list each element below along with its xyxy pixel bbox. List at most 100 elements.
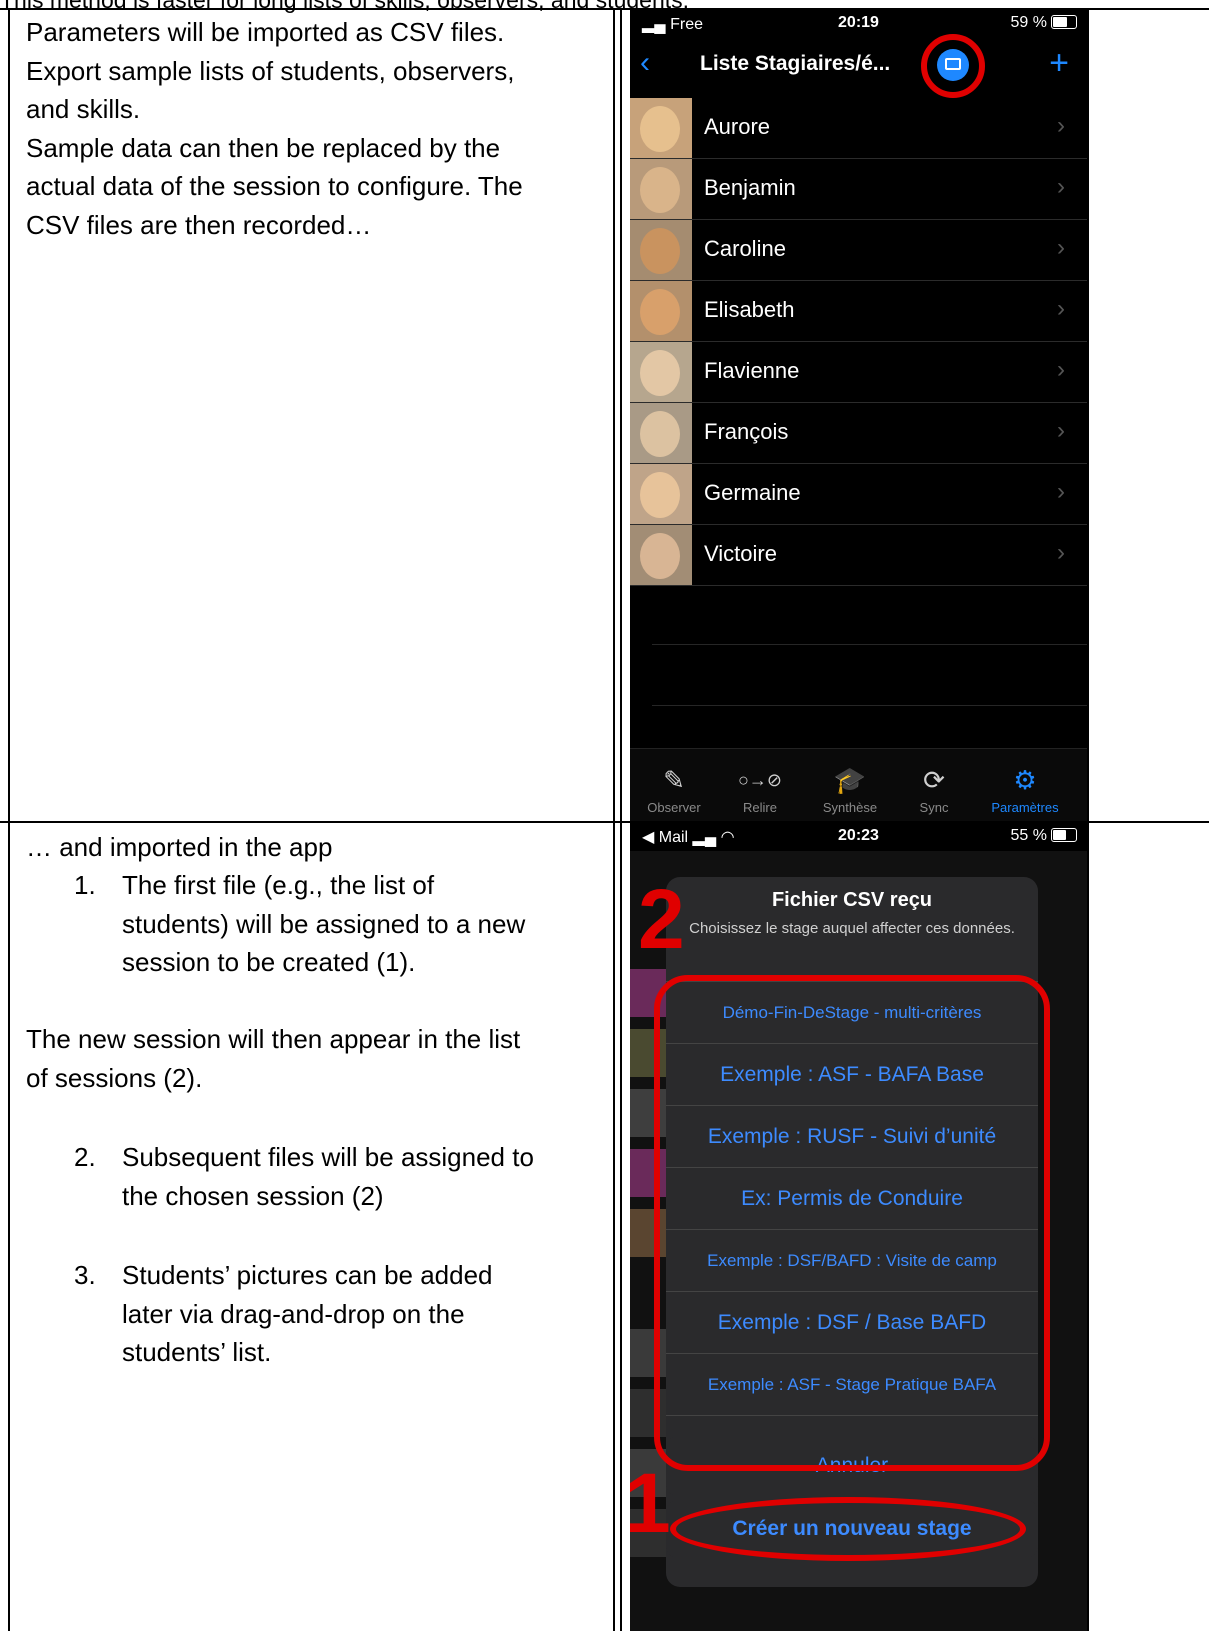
sheet-title: Fichier CSV reçu <box>771 889 933 911</box>
avatar <box>630 342 692 402</box>
chevron-right-icon: › <box>1057 356 1065 383</box>
section1-line: Parameters will be imported as CSV files… <box>26 17 505 47</box>
tab-observer[interactable]: ✎ Observer <box>634 764 714 815</box>
table-border-center-b <box>620 8 622 1631</box>
chevron-right-icon: › <box>1057 295 1065 322</box>
tab-label: Relire <box>743 800 777 815</box>
list-line: Students’ pictures can be added <box>122 1260 493 1290</box>
gear-icon: ⚙ <box>1013 765 1037 795</box>
list-item-2: 2. Subsequent files will be assigned to … <box>74 1138 594 1218</box>
list-item[interactable]: Caroline › <box>630 220 1087 281</box>
tab-label: Observer <box>647 800 701 815</box>
sync-icon: ⟳ <box>923 765 945 795</box>
add-icon[interactable]: + <box>1049 44 1069 83</box>
battery: 55 % <box>1011 827 1077 845</box>
section1-line: Sample data can then be replaced by the <box>26 132 501 163</box>
list-item[interactable]: Flavienne › <box>630 342 1087 403</box>
tab-sync[interactable]: ⟳ Sync <box>894 764 974 815</box>
annotation-number-2: 2 <box>638 872 685 966</box>
table-border-right <box>1087 8 1089 1631</box>
tab-label: Paramètres <box>991 800 1059 815</box>
pen-icon: ✎ <box>663 765 685 795</box>
tab-relire[interactable]: ○→⊘ Relire <box>720 764 800 815</box>
chevron-right-icon: › <box>1057 539 1065 566</box>
tab-synthese[interactable]: 🎓 Synthèse <box>810 764 890 815</box>
back-chevron-icon[interactable]: ‹ <box>640 46 650 80</box>
highlight-circle <box>921 34 985 98</box>
student-name: Elisabeth <box>704 297 795 322</box>
student-name: Victoire <box>704 541 777 566</box>
student-name: François <box>704 419 789 444</box>
list-line: The first file (e.g., the list of <box>122 870 435 900</box>
section1-text: Parameters will be imported as CSV files… <box>26 13 606 244</box>
list-item[interactable]: Germaine › <box>630 464 1087 525</box>
list-line: later via drag-and-drop on the <box>122 1298 465 1329</box>
list-item[interactable]: François › <box>630 403 1087 464</box>
tab-label: Sync <box>919 800 949 815</box>
annotation-number-1: 1 <box>630 1456 671 1550</box>
phone-screen-students: ▂▄ Free 20:19 59 % ‹ Liste Stagiaires/é.… <box>630 10 1087 821</box>
avatar <box>630 525 692 585</box>
list-line: session to be created (1). <box>122 947 416 977</box>
avatar <box>630 159 692 219</box>
section1-line: CSV files are then recorded… <box>26 209 372 240</box>
nav-bar: ‹ Liste Stagiaires/é... + <box>630 34 1087 98</box>
student-name: Germaine <box>704 480 801 505</box>
list-number: 1. <box>74 870 96 900</box>
tab-label: Synthèse <box>822 800 878 815</box>
student-name: Flavienne <box>704 358 800 383</box>
highlight-sessions-box <box>654 975 1050 1471</box>
list-item[interactable]: Elisabeth › <box>630 281 1087 342</box>
avatar <box>630 464 692 524</box>
nav-title: Liste Stagiaires/é... <box>700 52 891 75</box>
students-list: Aurore › Benjamin › Caroline › Elisabeth… <box>630 98 1087 588</box>
section2-paragraph: The new session will then appear in the … <box>26 1020 606 1097</box>
tab-bar: ✎ Observer ○→⊘ Relire 🎓 Synthèse ⟳ Sync ⚙ Par… <box>630 748 1087 821</box>
list-line: Subsequent files will be assigned to <box>122 1142 534 1172</box>
paragraph-line: The new session will then appear in the … <box>26 1024 521 1054</box>
chevron-right-icon: › <box>1057 417 1065 444</box>
list-item[interactable]: Benjamin › <box>630 159 1087 220</box>
list-item[interactable]: Aurore › <box>630 98 1087 159</box>
list-number: 2. <box>74 1142 96 1172</box>
list-item-1: 1. The first file (e.g., the list of stu… <box>74 866 594 986</box>
list-number: 3. <box>74 1260 96 1290</box>
section1-line: and skills. <box>26 94 141 124</box>
battery-percent: 59 % <box>1010 14 1047 31</box>
chevron-right-icon: › <box>1057 478 1065 505</box>
tab-parametres[interactable]: ⚙ Paramètres <box>985 764 1065 815</box>
chevron-right-icon: › <box>1057 173 1065 200</box>
battery-icon <box>1051 828 1077 842</box>
avatar <box>630 220 692 280</box>
avatar <box>630 403 692 463</box>
intro-text: This method is faster for long lists of … <box>0 0 690 13</box>
paragraph-line: of sessions (2). <box>26 1062 203 1093</box>
battery-percent: 55 % <box>1010 827 1047 844</box>
battery: 59 % <box>1011 14 1077 32</box>
avatar <box>630 98 692 158</box>
status-bar: ◀ Mail ▂▄ ◠ 20:23 55 % <box>630 823 1087 851</box>
separator <box>652 705 1087 706</box>
sheet-message: Choisissez le stage auquel affecter ces … <box>689 920 1015 937</box>
chevron-right-icon: › <box>1057 234 1065 261</box>
avatar <box>630 281 692 341</box>
list-line: students’ list. <box>122 1337 272 1367</box>
table-border-left <box>8 8 10 1631</box>
list-item[interactable]: Victoire › <box>630 525 1087 586</box>
review-icon: ○→⊘ <box>738 770 782 790</box>
student-name: Aurore <box>704 114 771 139</box>
chevron-right-icon: › <box>1057 112 1065 139</box>
status-bar: ▂▄ Free 20:19 59 % <box>630 10 1087 38</box>
section1-line: Export sample lists of students, observe… <box>26 55 515 86</box>
list-line: students) will be assigned to a new <box>122 908 526 939</box>
list-item-3: 3. Students’ pictures can be added later… <box>74 1256 594 1376</box>
table-border-center-a <box>613 8 615 1631</box>
phone-screen-csv-import: ◀ Mail ▂▄ ◠ 20:23 55 % Fichier CSV reçu … <box>630 823 1087 1631</box>
separator <box>652 644 1087 645</box>
section2-lead: … and imported in the app <box>26 832 333 862</box>
section1-line: actual data of the session to configure.… <box>26 171 523 201</box>
highlight-create-ellipse <box>670 1497 1026 1561</box>
graduation-cap-icon: 🎓 <box>833 765 867 795</box>
list-line: the chosen session (2) <box>122 1180 384 1211</box>
student-name: Caroline <box>704 236 786 261</box>
